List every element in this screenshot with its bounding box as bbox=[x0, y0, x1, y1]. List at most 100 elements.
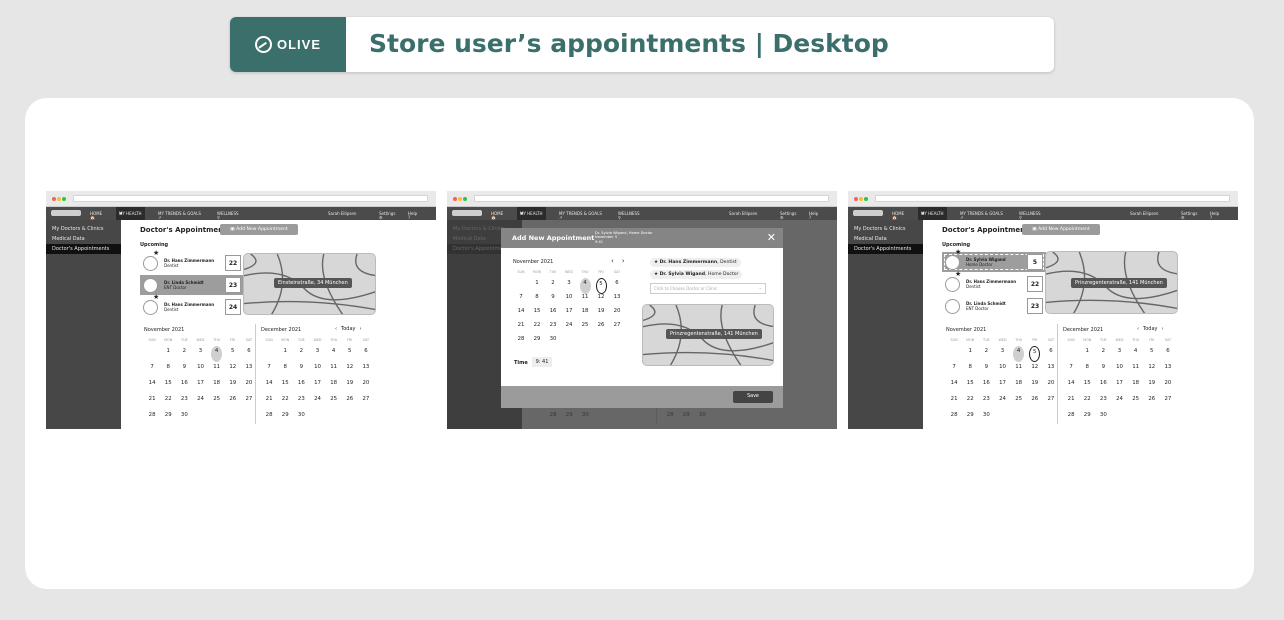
calendar-day[interactable]: 2 bbox=[978, 346, 994, 362]
save-button[interactable]: Save bbox=[733, 391, 773, 403]
calendar-day[interactable]: 15 bbox=[160, 378, 176, 394]
calendar-day[interactable]: 3 bbox=[309, 346, 325, 362]
calendar-day[interactable]: 5 bbox=[593, 278, 609, 294]
calendar-day[interactable]: 19 bbox=[593, 306, 609, 320]
calendar-day[interactable]: 27 bbox=[358, 394, 374, 410]
doctor-select[interactable]: Click to Choose Doctor or Clinic ⌄ bbox=[650, 283, 766, 294]
calendar-day[interactable]: 11 bbox=[326, 362, 342, 378]
calendar-day[interactable]: 25 bbox=[209, 394, 225, 410]
window-dot[interactable] bbox=[62, 197, 66, 201]
nav-settings[interactable]: ⚙ Settings bbox=[379, 211, 395, 220]
calendar-day[interactable]: 26 bbox=[225, 394, 241, 410]
chevron-right-icon[interactable]: › bbox=[359, 326, 361, 332]
calendar-day[interactable]: 3 bbox=[1111, 346, 1127, 362]
calendar-day[interactable]: 21 bbox=[513, 320, 529, 334]
calendar-day[interactable]: 18 bbox=[1011, 378, 1027, 394]
calendar-day[interactable]: 4 bbox=[1128, 346, 1144, 362]
window-dot[interactable] bbox=[864, 197, 868, 201]
calendar-day[interactable]: 3 bbox=[192, 346, 208, 362]
calendar-day[interactable]: 12 bbox=[342, 362, 358, 378]
calendar-day[interactable]: 30 bbox=[293, 410, 309, 426]
nav-user[interactable]: Sarah Ellipsen bbox=[328, 211, 356, 216]
calendar-day[interactable]: 29 bbox=[160, 410, 176, 426]
calendar-day[interactable]: 10 bbox=[561, 292, 577, 306]
calendar-day[interactable]: 25 bbox=[1011, 394, 1027, 410]
calendar-day[interactable]: 10 bbox=[994, 362, 1010, 378]
calendar-day[interactable]: 5 bbox=[342, 346, 358, 362]
calendar-day[interactable]: 8 bbox=[277, 362, 293, 378]
calendar-day[interactable]: 14 bbox=[261, 378, 277, 394]
calendar-day[interactable]: 22 bbox=[962, 394, 978, 410]
window-dot[interactable] bbox=[453, 197, 457, 201]
appointment-row[interactable]: ★ Dr. Hans Zimmermann Dentist 22 bbox=[140, 249, 244, 273]
calendar-day[interactable]: 23 bbox=[1095, 394, 1111, 410]
calendar-day[interactable]: 10 bbox=[1111, 362, 1127, 378]
doctor-chip[interactable]: ★ Dr. Hans Zimmermann, Dentist bbox=[650, 258, 741, 267]
calendar-day[interactable]: 11 bbox=[1128, 362, 1144, 378]
nav-wellness[interactable]: ⚲ WELLNESS bbox=[1019, 211, 1041, 220]
calendar-day[interactable]: 14 bbox=[144, 378, 160, 394]
calendar-day[interactable]: 22 bbox=[277, 394, 293, 410]
calendar-day[interactable]: 26 bbox=[1027, 394, 1043, 410]
calendar-day[interactable]: 10 bbox=[192, 362, 208, 378]
sidebar-item[interactable]: Medical Data bbox=[848, 234, 923, 244]
calendar-day[interactable]: 6 bbox=[358, 346, 374, 362]
calendar-day[interactable]: 22 bbox=[160, 394, 176, 410]
window-dot[interactable] bbox=[463, 197, 467, 201]
calendar-day[interactable]: 18 bbox=[1128, 378, 1144, 394]
calendar-day[interactable]: 29 bbox=[962, 410, 978, 426]
calendar-day[interactable]: 1 bbox=[160, 346, 176, 362]
calendar-day[interactable]: 29 bbox=[529, 334, 545, 348]
calendar-day[interactable]: 1 bbox=[962, 346, 978, 362]
calendar-day[interactable]: 20 bbox=[609, 306, 625, 320]
calendar-day[interactable]: 29 bbox=[277, 410, 293, 426]
calendar-day[interactable]: 27 bbox=[609, 320, 625, 334]
url-bar[interactable] bbox=[875, 195, 1230, 202]
calendar-day[interactable]: 4 bbox=[326, 346, 342, 362]
nav-my-health[interactable]: ♥ MY HEALTH bbox=[517, 207, 546, 220]
star-icon[interactable]: ★ bbox=[955, 248, 961, 256]
calendar-day[interactable]: 23 bbox=[176, 394, 192, 410]
calendar-day[interactable]: 11 bbox=[1011, 362, 1027, 378]
calendar-day[interactable]: 4 bbox=[209, 346, 225, 362]
close-icon[interactable]: ✕ bbox=[767, 231, 776, 244]
calendar-day[interactable]: 28 bbox=[144, 410, 160, 426]
calendar-day[interactable]: 2 bbox=[176, 346, 192, 362]
calendar-day[interactable]: 15 bbox=[962, 378, 978, 394]
calendar-day[interactable]: 17 bbox=[309, 378, 325, 394]
today-button[interactable]: Today bbox=[1143, 326, 1157, 332]
calendar-day[interactable]: 17 bbox=[561, 306, 577, 320]
calendar-day[interactable]: 9 bbox=[545, 292, 561, 306]
calendar-day[interactable]: 30 bbox=[176, 410, 192, 426]
calendar-day[interactable]: 22 bbox=[1079, 394, 1095, 410]
nav-help[interactable]: ? Help bbox=[809, 211, 818, 220]
calendar-day[interactable]: 4 bbox=[1011, 346, 1027, 362]
calendar-day[interactable]: 9 bbox=[293, 362, 309, 378]
calendar-day[interactable]: 5 bbox=[1144, 346, 1160, 362]
calendar-day[interactable]: 15 bbox=[277, 378, 293, 394]
calendar-day[interactable]: 21 bbox=[144, 394, 160, 410]
calendar-day[interactable]: 3 bbox=[561, 278, 577, 292]
calendar-day[interactable]: 2 bbox=[1095, 346, 1111, 362]
search-input[interactable] bbox=[853, 210, 883, 216]
sidebar-item[interactable]: My Doctors & Clinics bbox=[848, 224, 923, 234]
calendar-day[interactable]: 18 bbox=[577, 306, 593, 320]
calendar-day[interactable]: 28 bbox=[946, 410, 962, 426]
calendar-day[interactable]: 18 bbox=[326, 378, 342, 394]
calendar-day[interactable]: 14 bbox=[946, 378, 962, 394]
calendar-day[interactable]: 16 bbox=[1095, 378, 1111, 394]
add-appointment-button[interactable]: ▣ Add New Appointment bbox=[1022, 224, 1100, 235]
calendar-day[interactable]: 17 bbox=[192, 378, 208, 394]
calendar-day[interactable]: 5 bbox=[1027, 346, 1043, 362]
calendar-day[interactable]: 14 bbox=[1063, 378, 1079, 394]
chevron-left-icon[interactable]: ‹ bbox=[611, 257, 614, 265]
window-dot[interactable] bbox=[57, 197, 61, 201]
calendar-day[interactable]: 24 bbox=[309, 394, 325, 410]
chevron-right-icon[interactable]: › bbox=[622, 257, 625, 265]
calendar-day[interactable]: 17 bbox=[1111, 378, 1127, 394]
nav-my-health[interactable]: ♥ MY HEALTH bbox=[918, 207, 947, 220]
calendar-day[interactable]: 12 bbox=[225, 362, 241, 378]
calendar-day[interactable]: 16 bbox=[978, 378, 994, 394]
calendar-day[interactable]: 7 bbox=[261, 362, 277, 378]
calendar-day[interactable]: 26 bbox=[593, 320, 609, 334]
